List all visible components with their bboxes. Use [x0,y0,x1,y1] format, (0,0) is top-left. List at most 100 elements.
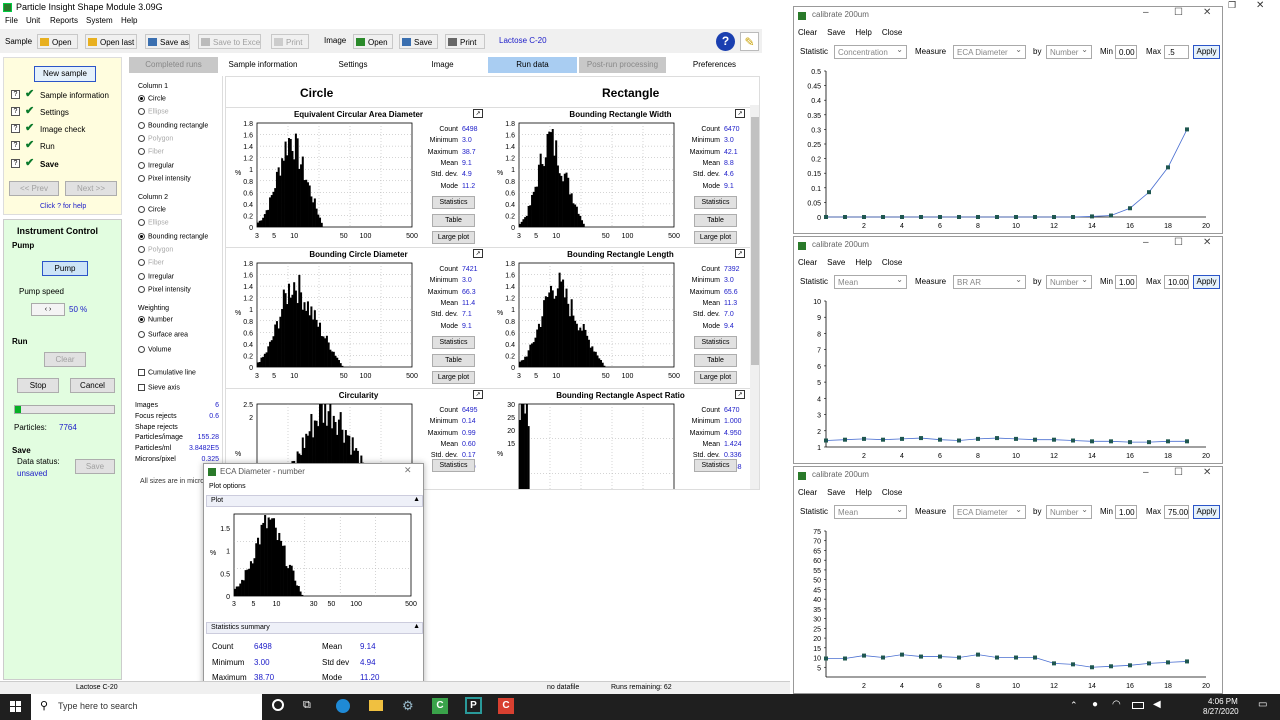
collapse-icon[interactable]: ▲ [413,496,420,503]
large-plot-button[interactable]: Large plot [694,371,737,384]
table-button[interactable]: Table [432,354,475,367]
large-plot-button[interactable]: Large plot [432,371,475,384]
plot-scrollbar-thumb[interactable] [751,117,759,365]
by-dropdown[interactable]: Number [1046,45,1092,59]
radio-button[interactable] [138,285,145,293]
option-bounding-rectangle[interactable]: Bounding rectangle [138,121,208,129]
maximize-icon[interactable]: ☐ [1174,237,1183,248]
minimize-icon[interactable]: – [1143,237,1149,248]
step-help-icon[interactable]: ? [11,90,20,99]
new-sample-button[interactable]: New sample [34,66,96,82]
popout-icon[interactable]: ↗ [735,390,745,399]
radio-button[interactable] [138,345,145,353]
step-help-icon[interactable]: ? [11,159,20,168]
maximize-icon[interactable]: ☐ [1174,467,1183,478]
menu-unit[interactable]: Unit [26,16,40,25]
popout-icon[interactable]: ↗ [735,109,745,118]
popout-icon[interactable]: ↗ [473,390,483,399]
minimize-icon[interactable]: – [1143,7,1149,18]
close-icon[interactable]: ✕ [1203,467,1211,478]
by-dropdown[interactable]: Number [1046,275,1092,289]
table-button[interactable]: Table [694,214,737,227]
calib-menu-help[interactable]: Help [855,28,871,37]
close-window-icon[interactable]: ✕ [1256,0,1264,11]
calib-menu-clear[interactable]: Clear [798,258,817,267]
radio-button[interactable] [138,161,145,169]
menu-file[interactable]: File [5,16,18,25]
calib-menu-close[interactable]: Close [882,258,902,267]
tab-image[interactable]: Image [400,57,485,73]
task-view-icon[interactable]: ⧉ [303,699,311,712]
collapse-icon[interactable]: ▲ [413,623,420,630]
edit-pencil-icon[interactable]: ✎ [740,32,759,51]
apply-button[interactable]: Apply [1193,505,1220,519]
save-to-excel-button[interactable]: Save to Excel [198,34,261,49]
table-button[interactable]: Table [432,214,475,227]
step-help-icon[interactable]: ? [11,107,20,116]
statistics-button[interactable]: Statistics [432,459,475,472]
popup-close-icon[interactable]: ✕ [404,465,412,476]
max-input[interactable]: 10.00 [1164,275,1189,289]
help-icon[interactable]: ? [716,32,735,51]
step-run[interactable]: Run [40,142,55,151]
option-pixel-intensity[interactable]: Pixel intensity [138,174,191,182]
calib-menu-help[interactable]: Help [855,488,871,497]
save-as-button[interactable]: Save as [145,34,190,49]
windows-start-icon[interactable] [10,701,21,712]
option-circle[interactable]: Circle [138,95,166,102]
calib-menu-close[interactable]: Close [882,488,902,497]
statistics-button[interactable]: Statistics [432,336,475,349]
tab-post-run-processing[interactable]: Post-run processing [579,57,666,73]
radio-button[interactable] [138,330,145,338]
option-pixel-intensity[interactable]: Pixel intensity [138,285,191,293]
save-run-button[interactable]: Save [75,459,115,474]
large-plot-button[interactable]: Large plot [694,231,737,244]
app-c-icon[interactable]: C [432,698,448,714]
calib-menu-close[interactable]: Close [882,28,902,37]
notification-icon[interactable]: ▭ [1258,699,1267,710]
min-input[interactable]: 0.00 [1115,45,1137,59]
plot-options-label[interactable]: Plot options [209,483,246,490]
prev-button[interactable]: << Prev [9,181,59,196]
help-hint[interactable]: Click ? for help [40,203,86,210]
calib-menu-save[interactable]: Save [827,488,845,497]
option-surface-area[interactable]: Surface area [138,330,188,338]
cortana-icon[interactable] [272,699,284,711]
max-input[interactable]: 75.00 [1164,505,1189,519]
minimize-icon[interactable]: – [1143,467,1149,478]
calib-menu-clear[interactable]: Clear [798,28,817,37]
popout-icon[interactable]: ↗ [473,109,483,118]
tab-settings[interactable]: Settings [308,57,398,73]
network-icon[interactable]: ◠ [1112,699,1121,710]
large-plot-button[interactable]: Large plot [432,231,475,244]
measure-dropdown[interactable]: ECA Diameter [953,45,1026,59]
calib-menu-save[interactable]: Save [827,258,845,267]
statistic-dropdown[interactable]: Mean [834,505,907,519]
sieve-axis-checkbox[interactable]: Sieve axis [138,384,180,391]
option-irregular[interactable]: Irregular [138,161,174,169]
tab-completed-runs[interactable]: Completed runs [129,57,218,73]
settings-app-icon[interactable]: ⚙ [402,698,414,714]
radio-button[interactable] [138,272,145,280]
cumulative-line-checkbox[interactable]: Cumulative line [138,369,196,376]
tab-sample-information[interactable]: Sample information [220,57,306,73]
statistic-dropdown[interactable]: Concentration [834,45,907,59]
calib-menu-clear[interactable]: Clear [798,488,817,497]
microphone-icon[interactable]: ● [1092,699,1098,710]
chevron-up-icon[interactable]: ⌃ [1070,700,1078,711]
print-image-button[interactable]: Print [445,34,485,49]
pump-speed-stepper[interactable]: ‹ › [31,303,65,316]
step-settings[interactable]: Settings [40,108,69,117]
menu-system[interactable]: System [86,16,113,25]
by-dropdown[interactable]: Number [1046,505,1092,519]
radio-button[interactable] [138,259,145,267]
option-irregular[interactable]: Irregular [138,272,174,280]
clock-time[interactable]: 4:06 PM [1208,697,1238,706]
menu-reports[interactable]: Reports [50,16,78,25]
radio-button[interactable] [138,108,145,116]
calib-menu-save[interactable]: Save [827,28,845,37]
battery-icon[interactable] [1132,702,1144,709]
popout-icon[interactable]: ↗ [735,249,745,258]
statistics-button[interactable]: Statistics [694,336,737,349]
restore-window-icon[interactable]: ❐ [1228,0,1236,11]
